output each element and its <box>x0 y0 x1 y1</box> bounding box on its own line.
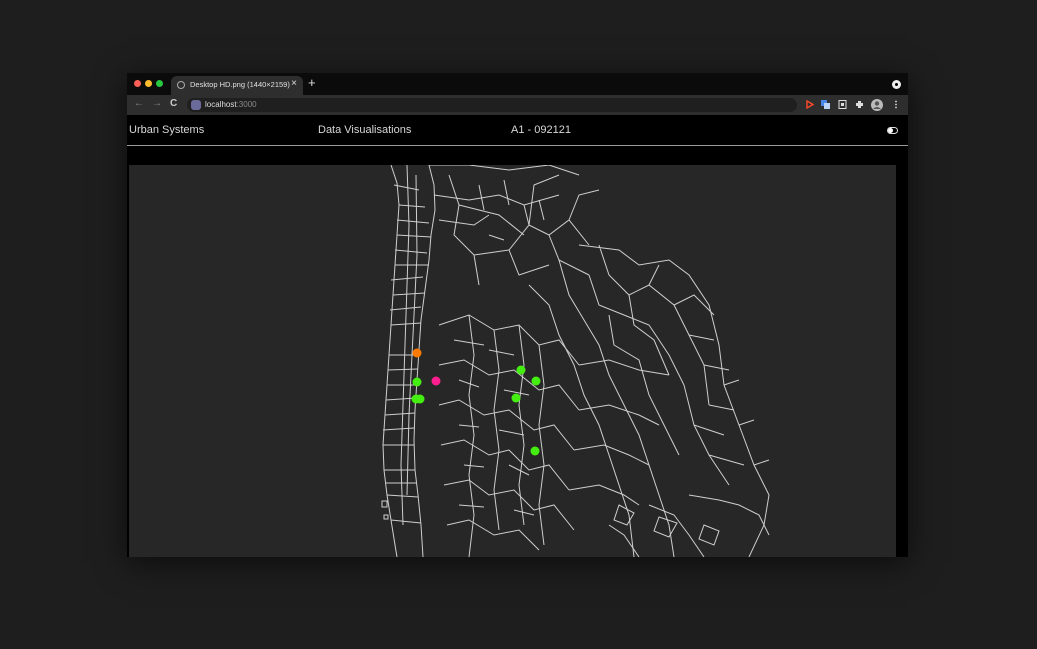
brand-title[interactable]: Urban Systems <box>129 124 204 136</box>
map-panel[interactable] <box>129 165 896 557</box>
minimize-window-button[interactable] <box>145 80 152 87</box>
upper-region <box>429 165 600 286</box>
tab-desktop-hd[interactable]: Desktop HD.png (1440×2159) × <box>171 76 303 95</box>
tab-strip: Desktop HD.png (1440×2159) × + <box>127 73 908 95</box>
district-map[interactable] <box>129 165 896 557</box>
district-boundaries <box>381 165 770 557</box>
map-markers <box>411 348 541 456</box>
browser-menu-icon[interactable] <box>894 100 898 109</box>
maximize-window-button[interactable] <box>156 80 163 87</box>
marker-green <box>511 393 521 403</box>
marker-magenta <box>431 376 441 386</box>
url-host: localhost <box>205 100 237 109</box>
new-tab-button[interactable]: + <box>308 75 316 90</box>
page-scrollbar[interactable] <box>897 165 908 557</box>
marker-green <box>415 394 425 404</box>
site-icon <box>191 100 201 110</box>
marker-orange <box>412 348 422 358</box>
profile-avatar[interactable] <box>871 99 883 111</box>
forward-button[interactable]: → <box>152 98 162 109</box>
app-header: Urban Systems Data Visualisations A1 - 0… <box>127 115 908 146</box>
tab-close-button[interactable]: × <box>291 78 297 89</box>
eastern-region <box>578 244 770 557</box>
globe-icon <box>177 81 185 89</box>
marker-green <box>412 377 422 387</box>
extensions-puzzle-icon[interactable] <box>855 100 864 109</box>
reload-button[interactable]: C <box>170 98 177 109</box>
browser-toolbar: ← → C localhost:3000 <box>127 95 908 115</box>
url-port: :3000 <box>236 100 257 109</box>
theme-toggle[interactable] <box>887 127 898 134</box>
page-code: A1 - 092121 <box>511 124 571 136</box>
address-bar[interactable]: localhost:3000 <box>187 98 797 112</box>
extension-play-icon[interactable] <box>805 100 814 109</box>
nav-data-visualisations[interactable]: Data Visualisations <box>318 124 411 136</box>
extension-page-icon[interactable] <box>838 100 847 109</box>
browser-window: Desktop HD.png (1440×2159) × + ← → C loc… <box>127 73 908 557</box>
marker-green <box>516 365 526 375</box>
marker-green <box>531 376 541 386</box>
tab-title: Desktop HD.png (1440×2159) <box>190 80 290 89</box>
address-url: localhost:3000 <box>205 100 257 109</box>
profile-indicator-icon[interactable] <box>892 80 901 89</box>
extension-translate-icon[interactable] <box>821 100 830 109</box>
back-button[interactable]: ← <box>134 98 144 109</box>
marker-green <box>530 446 540 456</box>
close-window-button[interactable] <box>134 80 141 87</box>
